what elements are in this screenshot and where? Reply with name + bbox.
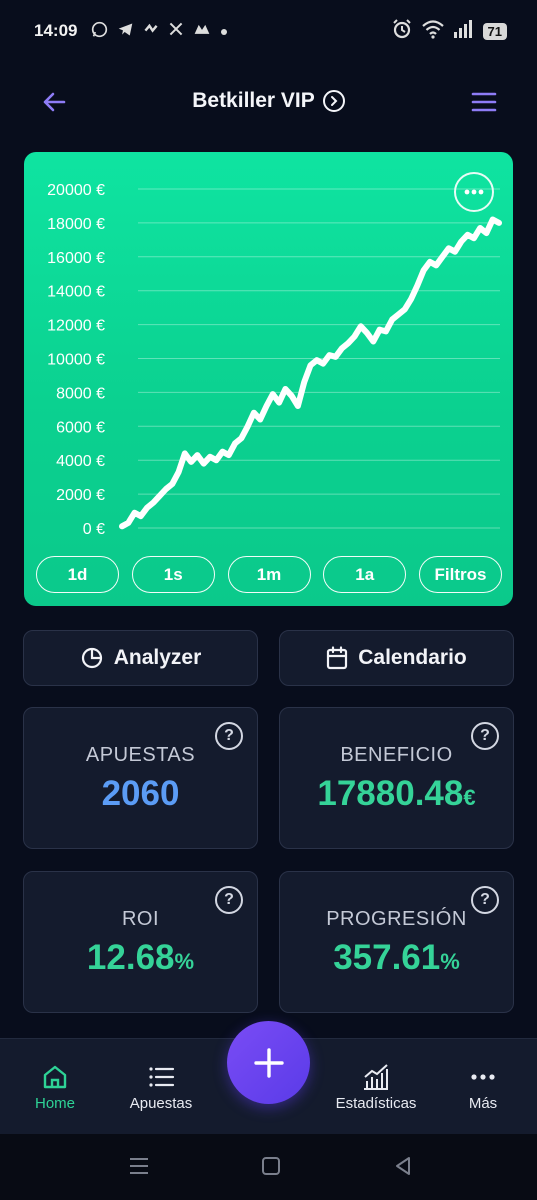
stat-label: ROI [121, 908, 160, 930]
page-title: Betkiller VIP [192, 89, 315, 112]
recent-apps-icon[interactable] [128, 1154, 150, 1178]
chart-icon [321, 1061, 431, 1093]
y-tick-label: 6000 € [56, 419, 105, 436]
status-bar: 14:09 71 [0, 0, 537, 62]
arrow-left-icon [43, 92, 66, 112]
more-horizontal-icon [464, 189, 484, 195]
back-system-icon[interactable] [392, 1154, 414, 1178]
home-icon [0, 1061, 110, 1093]
signal-icon [453, 19, 475, 44]
range-button-1s[interactable]: 1s [131, 556, 215, 593]
stat-card-profit: ? BENEFICIO 17880.48€ [279, 707, 514, 849]
y-tick-label: 8000 € [56, 385, 105, 402]
stat-label: APUESTAS [85, 744, 196, 766]
add-bet-button[interactable] [227, 1021, 310, 1104]
calendar-label: Calendario [358, 646, 467, 669]
system-navigation-bar [0, 1134, 537, 1200]
bets-count: 2060 [101, 774, 180, 813]
back-button[interactable] [38, 86, 70, 118]
stat-value: 12.68% [24, 938, 257, 978]
nav-bets[interactable]: Apuestas [106, 1061, 216, 1112]
stat-value: 2060 [24, 774, 257, 814]
y-tick-label: 14000 € [47, 284, 105, 301]
nav-home[interactable]: Home [0, 1061, 110, 1112]
chevron-right-icon [322, 90, 345, 112]
pie-chart-icon [81, 647, 102, 669]
profit-chart: 0 € 2000 € 4000 € 6000 € 8000 € 10000 € 12000 … [47, 182, 502, 538]
status-time: 14:09 [34, 21, 78, 40]
range-button-1m[interactable]: 1m [227, 556, 311, 593]
stat-value: 357.61% [280, 938, 513, 978]
stat-card-roi: ? ROI 12.68% [23, 871, 258, 1013]
y-tick-label: 18000 € [47, 216, 105, 233]
app-icon [143, 21, 159, 41]
x-icon [168, 21, 184, 41]
home-system-icon[interactable] [260, 1154, 282, 1178]
calendar-button[interactable]: Calendario [279, 630, 514, 686]
progression-value: 357.61 [333, 938, 441, 977]
analyzer-label: Analyzer [113, 646, 202, 669]
y-tick-label: 12000 € [47, 318, 105, 335]
stat-label: PROGRESIÓN [326, 908, 467, 930]
app-icon-2 [193, 21, 211, 41]
nav-stats-label: Estadísticas [335, 1095, 417, 1112]
plus-icon [253, 1047, 284, 1078]
system-status: 71 [391, 18, 507, 45]
calendar-icon [327, 646, 348, 670]
list-icon [106, 1061, 216, 1093]
stat-card-bets: ? APUESTAS 2060 [23, 707, 258, 849]
nav-home-label: Home [34, 1095, 75, 1112]
chart-series [119, 216, 502, 530]
notification-icons [91, 21, 228, 42]
y-tick-label: 0 € [83, 521, 105, 538]
y-tick-label: 4000 € [56, 453, 105, 470]
notification-dot-icon [220, 23, 228, 40]
range-button-1a[interactable]: 1a [323, 556, 407, 593]
y-tick-label: 2000 € [56, 487, 105, 504]
y-tick-label: 10000 € [47, 352, 105, 369]
menu-button[interactable] [468, 86, 500, 118]
portfolio-selector[interactable]: Betkiller VIP [192, 89, 345, 113]
y-tick-label: 16000 € [47, 250, 105, 267]
y-tick-label: 20000 € [47, 182, 105, 199]
percent-unit: % [440, 949, 460, 974]
battery-icon: 71 [482, 22, 507, 40]
chart-options-button[interactable] [454, 172, 494, 212]
y-axis-ticks: 0 € 2000 € 4000 € 6000 € 8000 € 10000 € 12000 … [47, 182, 105, 538]
stat-value: 17880.48€ [280, 774, 513, 814]
alarm-icon [391, 18, 413, 45]
app-header: Betkiller VIP [0, 70, 537, 132]
profit-amount: 17880.48 [317, 774, 464, 813]
nav-bets-label: Apuestas [129, 1095, 193, 1112]
hamburger-icon [471, 92, 497, 112]
range-button-1d[interactable]: 1d [36, 556, 119, 593]
percent-unit: % [174, 949, 195, 974]
analyzer-button[interactable]: Analyzer [23, 630, 258, 686]
time-range-selector: 1d 1s 1m 1a Filtros [36, 556, 502, 594]
profit-series-line [119, 216, 502, 530]
more-horizontal-icon [428, 1061, 537, 1093]
whatsapp-icon [91, 21, 108, 42]
nav-stats[interactable]: Estadísticas [321, 1061, 431, 1112]
profit-chart-card: 0 € 2000 € 4000 € 6000 € 8000 € 10000 € 12000 … [24, 152, 513, 606]
nav-more-label: Más [468, 1095, 498, 1112]
telegram-icon [117, 21, 134, 42]
nav-more[interactable]: Más [428, 1061, 537, 1112]
stat-label: BENEFICIO [340, 744, 453, 766]
stat-card-progression: ? PROGRESIÓN 357.61% [279, 871, 514, 1013]
filters-button[interactable]: Filtros [419, 556, 502, 593]
roi-value: 12.68 [86, 938, 175, 977]
wifi-icon [421, 19, 445, 44]
currency-unit: € [463, 785, 476, 810]
